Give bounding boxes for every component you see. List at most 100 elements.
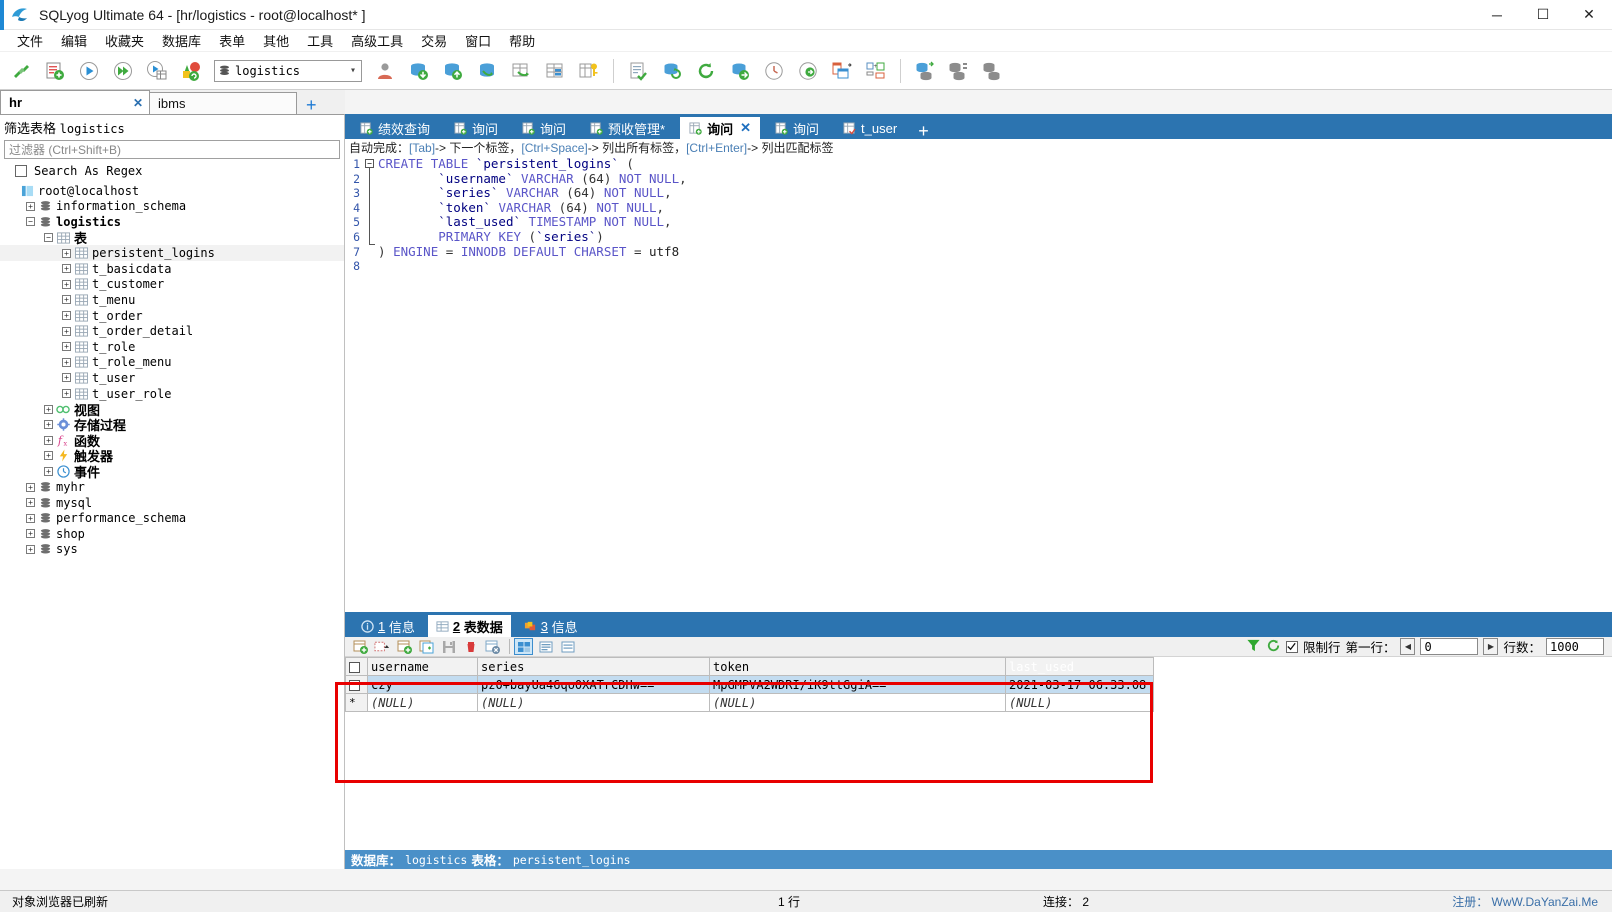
tree-item-myhr[interactable]: + myhr bbox=[0, 479, 344, 495]
expand-icon[interactable]: + bbox=[26, 544, 35, 554]
expand-icon[interactable]: + bbox=[62, 357, 71, 367]
code-folding-column[interactable]: − bbox=[362, 156, 378, 611]
close-icon[interactable]: ✕ bbox=[123, 96, 143, 110]
close-button[interactable]: ✕ bbox=[1566, 0, 1612, 30]
expand-icon[interactable]: + bbox=[26, 513, 35, 523]
minimize-button[interactable]: ─ bbox=[1474, 0, 1520, 30]
schema-designer-icon[interactable] bbox=[574, 56, 604, 86]
refresh-icon[interactable] bbox=[691, 56, 721, 86]
tree-item-mysql[interactable]: + mysql bbox=[0, 495, 344, 511]
tab-table-data-2[interactable]: 2 表数据 bbox=[427, 615, 511, 637]
editor-tab-1[interactable]: 绩效查询 bbox=[351, 118, 439, 139]
search-as-regex-row[interactable]: Search As Regex bbox=[0, 159, 344, 181]
cell-series[interactable]: (NULL) bbox=[477, 693, 710, 712]
editor-tab-6[interactable]: 询问 bbox=[766, 118, 828, 139]
tab-info-1[interactable]: 1 信息 bbox=[353, 616, 423, 637]
tree-item-t_order[interactable]: + t_order bbox=[0, 308, 344, 324]
data-grid[interactable]: username series token last_used czy pz0+bayUa… bbox=[345, 657, 1154, 712]
add-connection-tab-button[interactable]: + bbox=[302, 96, 321, 114]
cell-last_used[interactable]: 2021-03-17 06:33:08 bbox=[1005, 675, 1154, 694]
form-view-icon[interactable]: + bbox=[861, 56, 891, 86]
expand-icon[interactable]: + bbox=[62, 264, 71, 274]
menu-help[interactable]: 帮助 bbox=[500, 29, 544, 52]
menu-window[interactable]: 窗口 bbox=[456, 29, 500, 52]
expand-icon[interactable]: + bbox=[26, 529, 35, 539]
menu-advanced-tools[interactable]: 高级工具 bbox=[342, 29, 412, 52]
tree-item-[interactable]: + 视图 bbox=[0, 401, 344, 418]
connection-tab-hr[interactable]: hr ✕ bbox=[0, 90, 150, 114]
tree-item-[interactable]: − 表 bbox=[0, 230, 344, 246]
editor-tab-4[interactable]: 预收管理* bbox=[581, 118, 674, 139]
select-all-checkbox[interactable] bbox=[345, 657, 368, 676]
new-connection-icon[interactable] bbox=[6, 56, 36, 86]
menu-database[interactable]: 数据库 bbox=[153, 29, 210, 52]
menu-edit[interactable]: 编辑 bbox=[52, 29, 96, 52]
execute-query-to-grid-icon[interactable] bbox=[142, 56, 172, 86]
expand-icon[interactable]: + bbox=[44, 466, 53, 476]
connection-tab-ibms[interactable]: ibms bbox=[149, 92, 297, 114]
tree-item-[interactable]: + f x 函数 bbox=[0, 433, 344, 449]
expand-icon[interactable]: + bbox=[62, 248, 71, 258]
sql-code-content[interactable]: CREATE TABLE `persistent_logins` ( `user… bbox=[378, 156, 1612, 611]
column-header-token[interactable]: token bbox=[709, 657, 1006, 676]
menu-file[interactable]: 文件 bbox=[8, 29, 52, 52]
expand-icon[interactable]: + bbox=[26, 498, 35, 508]
tree-item-t_role_menu[interactable]: + t_role_menu bbox=[0, 355, 344, 371]
row-checkbox[interactable] bbox=[345, 675, 368, 694]
tree-item-t_user_role[interactable]: + t_user_role bbox=[0, 386, 344, 402]
tree-item-logistics[interactable]: − logistics bbox=[0, 214, 344, 230]
expand-icon[interactable]: + bbox=[62, 342, 71, 352]
expand-icon[interactable]: + bbox=[62, 295, 71, 305]
expand-icon[interactable]: + bbox=[62, 279, 71, 289]
cell-last_used[interactable]: (NULL) bbox=[1005, 693, 1154, 712]
funnel-icon[interactable] bbox=[1246, 638, 1261, 656]
scheduled-backup-icon[interactable] bbox=[759, 56, 789, 86]
fold-collapse-icon[interactable]: − bbox=[365, 159, 374, 168]
sql-editor[interactable]: 12345678 − CREATE TABLE `persistent_logi… bbox=[345, 156, 1612, 611]
tree-item-t_order_detail[interactable]: + t_order_detail bbox=[0, 323, 344, 339]
compare-schema-icon[interactable] bbox=[827, 56, 857, 86]
text-view-icon[interactable] bbox=[558, 638, 577, 655]
cell-token[interactable]: MpGMPVA2WDRI/iK9ttGgiA== bbox=[709, 675, 1006, 694]
database-selector[interactable]: logistics ▾ bbox=[214, 59, 362, 82]
cancel-changes-icon[interactable] bbox=[483, 638, 502, 655]
tree-item-shop[interactable]: + shop bbox=[0, 526, 344, 542]
import-table-icon[interactable] bbox=[506, 56, 536, 86]
cell-token[interactable]: (NULL) bbox=[709, 693, 1006, 712]
collapse-icon[interactable]: − bbox=[44, 233, 53, 243]
close-icon[interactable]: ✕ bbox=[740, 120, 751, 136]
tree-item-information_schema[interactable]: + information_schema bbox=[0, 199, 344, 215]
menu-other[interactable]: 其他 bbox=[254, 29, 298, 52]
tree-item-[interactable]: + 触发器 bbox=[0, 448, 344, 464]
table-diagnostics-icon[interactable] bbox=[540, 56, 570, 86]
refresh-green-icon[interactable] bbox=[1266, 638, 1281, 656]
database-sync-icon[interactable] bbox=[910, 56, 940, 86]
editor-tab-5[interactable]: 询问 ✕ bbox=[680, 117, 761, 139]
query-builder-icon[interactable] bbox=[623, 56, 653, 86]
tree-item-[interactable]: + 事件 bbox=[0, 464, 344, 480]
limit-rows-checkbox[interactable] bbox=[1285, 640, 1298, 653]
menu-favorites[interactable]: 收藏夹 bbox=[96, 29, 153, 52]
expand-icon[interactable]: + bbox=[62, 373, 71, 383]
tree-item-rootlocalhost[interactable]: root@localhost bbox=[0, 183, 344, 199]
tree-item-[interactable]: + 存储过程 bbox=[0, 417, 344, 433]
duplicate-row-icon[interactable] bbox=[417, 638, 436, 655]
tree-item-performance_schema[interactable]: + performance_schema bbox=[0, 510, 344, 526]
expand-icon[interactable]: + bbox=[62, 326, 71, 336]
refresh-objects-icon[interactable] bbox=[176, 56, 206, 86]
cell-username[interactable]: (NULL) bbox=[367, 693, 478, 712]
execute-query-icon[interactable] bbox=[74, 56, 104, 86]
tree-item-sys[interactable]: + sys bbox=[0, 542, 344, 558]
tree-item-t_menu[interactable]: + t_menu bbox=[0, 292, 344, 308]
sync-database-icon[interactable] bbox=[657, 56, 687, 86]
filter-data-icon[interactable] bbox=[373, 638, 392, 655]
column-header-username[interactable]: username bbox=[367, 657, 478, 676]
data-sync-icon[interactable] bbox=[944, 56, 974, 86]
column-header-last_used[interactable]: last_used bbox=[1005, 657, 1154, 676]
expand-icon[interactable]: + bbox=[62, 311, 71, 321]
search-as-regex-checkbox[interactable] bbox=[15, 165, 27, 177]
add-editor-tab-button[interactable]: + bbox=[912, 122, 935, 140]
expand-icon[interactable]: + bbox=[44, 435, 53, 445]
filter-input[interactable]: 过滤器 (Ctrl+Shift+B) bbox=[4, 140, 340, 159]
tree-item-t_user[interactable]: + t_user bbox=[0, 370, 344, 386]
